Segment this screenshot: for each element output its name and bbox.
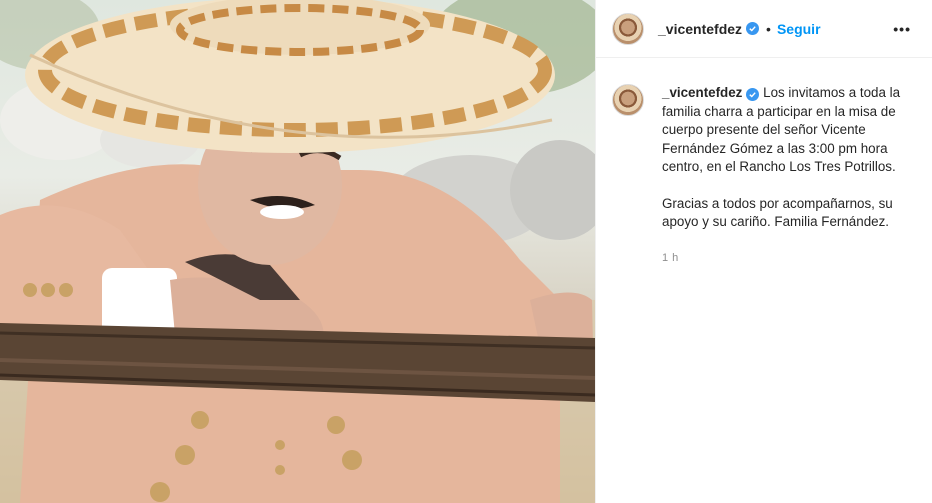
caption-text: _vicentefdez Los invitamos a toda la fam… <box>662 84 915 267</box>
verified-badge-icon <box>746 22 760 35</box>
post-header: _vicentefdez • Seguir ••• <box>596 0 932 58</box>
post-photo[interactable] <box>0 0 595 503</box>
more-options-icon[interactable]: ••• <box>893 21 911 37</box>
photo-illustration <box>0 0 595 503</box>
caption-comment: _vicentefdez Los invitamos a toda la fam… <box>596 58 932 267</box>
avatar[interactable] <box>612 12 644 45</box>
verified-badge-icon <box>746 88 760 101</box>
caption-username-link[interactable]: _vicentefdez <box>662 85 742 100</box>
post-timestamp[interactable]: 1 h <box>662 249 915 268</box>
avatar[interactable] <box>612 84 644 116</box>
caption-paragraph-2: Gracias a todos por acompañarnos, su apo… <box>662 195 893 230</box>
username-link[interactable]: _vicentefdez <box>658 21 742 37</box>
post-side-panel: _vicentefdez • Seguir ••• _vicentefdez L… <box>595 0 932 503</box>
separator-dot: • <box>766 20 771 37</box>
follow-button[interactable]: Seguir <box>777 21 821 37</box>
